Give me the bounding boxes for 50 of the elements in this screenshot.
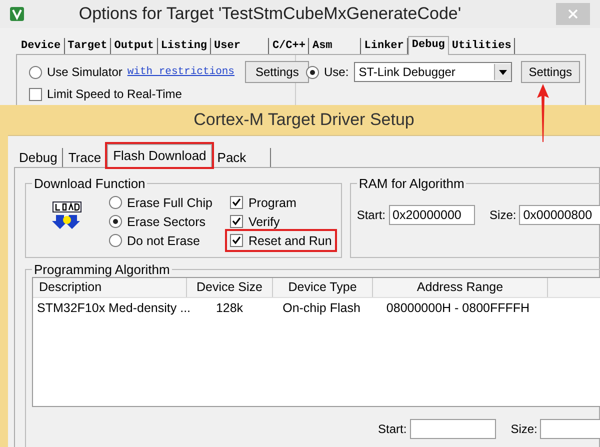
action-label: Program: [248, 196, 296, 210]
erase-option-label: Erase Full Chip: [127, 196, 212, 210]
table-cell-text: STM32F10x Med-density ...: [36, 301, 187, 315]
debugger-dropdown[interactable]: ST-Link Debugger: [354, 62, 512, 82]
app-icon: [10, 7, 24, 21]
radio-button[interactable]: [109, 215, 122, 228]
load-icon: [52, 201, 82, 231]
use-label: Use:: [324, 65, 349, 79]
column-header[interactable]: Description: [33, 278, 187, 297]
dialog-title: Cortex-M Target Driver Setup: [8, 105, 600, 135]
checkbox[interactable]: [29, 88, 42, 100]
column-header[interactable]: Address Range: [373, 278, 548, 297]
settings-button[interactable]: Settings: [520, 61, 580, 83]
start-field[interactable]: [410, 419, 496, 439]
action-label: Reset and Run: [248, 234, 332, 248]
tab[interactable]: Pack: [212, 148, 272, 167]
tab[interactable]: Debug: [408, 36, 449, 55]
annotation-arrow: [536, 84, 550, 142]
size-label: Size:: [510, 422, 538, 436]
radio-button[interactable]: [29, 66, 42, 78]
group-title: RAM for Algorithm: [358, 176, 466, 191]
erase-option-label: Do not Erase: [127, 234, 200, 248]
size-label: Size:: [490, 208, 516, 222]
group-title: Programming Algorithm: [33, 262, 171, 277]
tab[interactable]: Flash Download: [107, 144, 212, 167]
checkbox[interactable]: [230, 215, 244, 228]
settings-button[interactable]: Settings: [245, 61, 309, 83]
checkbox[interactable]: [230, 234, 244, 247]
window-title: Options for Target 'TestStmCubeMxGenerateCode': [78, 4, 462, 24]
close-icon: [568, 9, 578, 19]
start-field[interactable]: 0x20000000: [388, 205, 475, 225]
dropdown-arrow-icon: [498, 70, 507, 74]
action-label: Verify: [248, 214, 280, 228]
column-header[interactable]: Device Type: [273, 278, 373, 297]
radio-button[interactable]: [109, 196, 122, 209]
column-header[interactable]: Device Size: [187, 278, 273, 297]
limit-speed-label: Limit Speed to Real-Time: [47, 87, 182, 101]
group-title: Download Function: [33, 176, 146, 191]
radio-button[interactable]: [109, 234, 122, 247]
size-field[interactable]: 0x00000800: [519, 205, 600, 225]
restrictions-link[interactable]: with restrictions: [127, 66, 234, 78]
table-cell-text: On-chip Flash: [282, 301, 362, 315]
radio-button[interactable]: [306, 66, 319, 78]
start-label: Start:: [378, 422, 407, 436]
table-cell-text: 08000000H - 0800FFFFH: [385, 301, 531, 315]
simulator-label: Use Simulator: [47, 65, 122, 79]
tab[interactable]: Debug: [14, 148, 64, 167]
erase-option-label: Erase Sectors: [127, 214, 206, 228]
start-label: Start:: [356, 208, 386, 222]
checkbox[interactable]: [230, 196, 244, 209]
